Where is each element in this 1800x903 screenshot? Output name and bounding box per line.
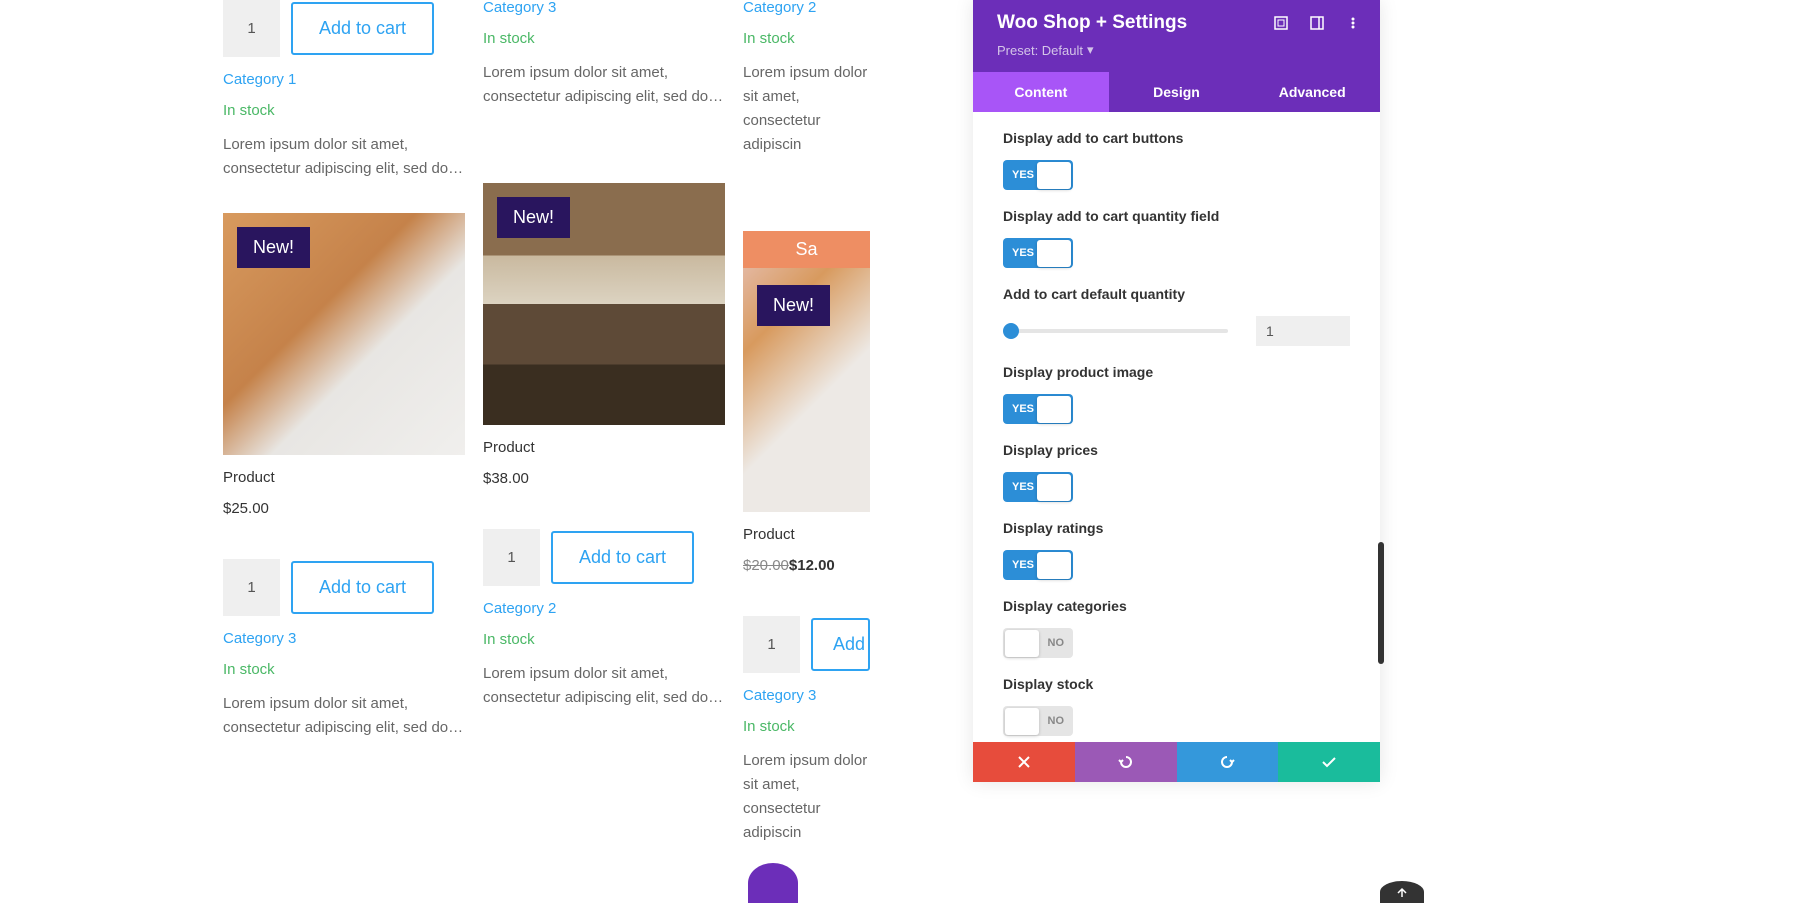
panel-title: Woo Shop + Settings: [997, 12, 1187, 34]
category-link[interactable]: Category 3: [743, 687, 870, 704]
toggle-stock[interactable]: NO: [1003, 706, 1073, 736]
category-link[interactable]: Category 3: [223, 630, 465, 647]
quantity-input[interactable]: [223, 0, 280, 57]
tab-design[interactable]: Design: [1109, 72, 1245, 112]
toggle-ratings[interactable]: YES: [1003, 550, 1073, 580]
floating-action-button[interactable]: [748, 863, 798, 903]
preset-dropdown[interactable]: Preset: Default ▾: [997, 34, 1094, 72]
quantity-slider-value[interactable]: [1256, 316, 1350, 346]
product-image[interactable]: Sa New!: [743, 231, 870, 512]
add-to-cart-button[interactable]: Add: [811, 618, 870, 671]
product-description: Lorem ipsum dolor sit amet, consectetur …: [483, 61, 725, 109]
expand-toggle[interactable]: [1380, 881, 1424, 903]
panel-body: Display add to cart buttons YES Display …: [973, 112, 1380, 742]
save-button[interactable]: [1278, 742, 1380, 782]
panel-footer: [973, 742, 1380, 782]
setting-label: Display categories: [1003, 598, 1350, 614]
setting-label: Display ratings: [1003, 520, 1350, 536]
tab-advanced[interactable]: Advanced: [1244, 72, 1380, 112]
stock-status: In stock: [223, 661, 465, 678]
product-image[interactable]: New!: [483, 183, 725, 425]
add-to-cart-button[interactable]: Add to cart: [291, 561, 434, 614]
setting-label: Display prices: [1003, 442, 1350, 458]
category-link[interactable]: Category 3: [483, 0, 725, 16]
product-price: $20.00$12.00: [743, 557, 870, 574]
scroll-indicator[interactable]: [1378, 542, 1384, 664]
category-link[interactable]: Category 2: [743, 0, 870, 16]
product-title[interactable]: Product: [743, 526, 870, 543]
new-badge: New!: [237, 227, 310, 268]
redo-button[interactable]: [1177, 742, 1279, 782]
product-title[interactable]: Product: [483, 439, 725, 456]
undo-button[interactable]: [1075, 742, 1177, 782]
toggle-add-cart-qty[interactable]: YES: [1003, 238, 1073, 268]
add-to-cart-button[interactable]: Add to cart: [551, 531, 694, 584]
quantity-input[interactable]: [743, 616, 800, 673]
product-description: Lorem ipsum dolor sit amet, consectetur …: [223, 133, 465, 181]
fullscreen-icon[interactable]: [1274, 16, 1288, 30]
quantity-input[interactable]: [483, 529, 540, 586]
category-link[interactable]: Category 1: [223, 71, 465, 88]
product-description: Lorem ipsum dolor sit amet, consectetur …: [743, 61, 870, 157]
panel-header: Woo Shop + Settings Preset: Default ▾: [973, 0, 1380, 72]
product-price: $38.00: [483, 470, 725, 487]
product-description: Lorem ipsum dolor sit amet, consectetur …: [483, 662, 725, 710]
setting-label: Display stock: [1003, 676, 1350, 692]
product-column-2: Category 3 In stock Lorem ipsum dolor si…: [483, 0, 725, 845]
toggle-prices[interactable]: YES: [1003, 472, 1073, 502]
settings-panel: Woo Shop + Settings Preset: Default ▾ Co…: [973, 0, 1380, 782]
product-description: Lorem ipsum dolor sit amet, consectetur …: [743, 749, 870, 845]
tab-content[interactable]: Content: [973, 72, 1109, 112]
new-badge: New!: [757, 285, 830, 326]
close-button[interactable]: [973, 742, 1075, 782]
product-title[interactable]: Product: [223, 469, 465, 486]
stock-status: In stock: [743, 30, 870, 47]
product-column-1: Add to cart Category 1 In stock Lorem ip…: [223, 0, 465, 845]
dock-icon[interactable]: [1310, 16, 1324, 30]
product-column-3: Category 2 In stock Lorem ipsum dolor si…: [743, 0, 870, 845]
setting-label: Add to cart default quantity: [1003, 286, 1350, 302]
toggle-categories[interactable]: NO: [1003, 628, 1073, 658]
product-card: New! Product $38.00 Add to cart Category…: [483, 183, 725, 710]
panel-tabs: Content Design Advanced: [973, 72, 1380, 112]
more-icon[interactable]: [1346, 16, 1360, 30]
setting-label: Display add to cart quantity field: [1003, 208, 1350, 224]
product-image[interactable]: New!: [223, 213, 465, 455]
setting-label: Display add to cart buttons: [1003, 130, 1350, 146]
new-badge: New!: [497, 197, 570, 238]
setting-label: Display product image: [1003, 364, 1350, 380]
quantity-input[interactable]: [223, 559, 280, 616]
toggle-add-cart-buttons[interactable]: YES: [1003, 160, 1073, 190]
product-description: Lorem ipsum dolor sit amet, consectetur …: [223, 692, 465, 740]
product-card: New! Product $25.00 Add to cart Category…: [223, 213, 465, 740]
stock-status: In stock: [223, 102, 465, 119]
product-grid-area: Add to cart Category 1 In stock Lorem ip…: [0, 0, 1800, 845]
product-card: Sa New! Product $20.00$12.00 Add Categor…: [743, 231, 870, 845]
stock-status: In stock: [743, 718, 870, 735]
chevron-down-icon: ▾: [1087, 42, 1094, 58]
add-to-cart-button[interactable]: Add to cart: [291, 2, 434, 55]
stock-status: In stock: [483, 30, 725, 47]
stock-status: In stock: [483, 631, 725, 648]
toggle-product-image[interactable]: YES: [1003, 394, 1073, 424]
category-link[interactable]: Category 2: [483, 600, 725, 617]
product-price: $25.00: [223, 500, 465, 517]
quantity-slider[interactable]: [1003, 329, 1228, 333]
sale-banner: Sa: [743, 231, 870, 268]
